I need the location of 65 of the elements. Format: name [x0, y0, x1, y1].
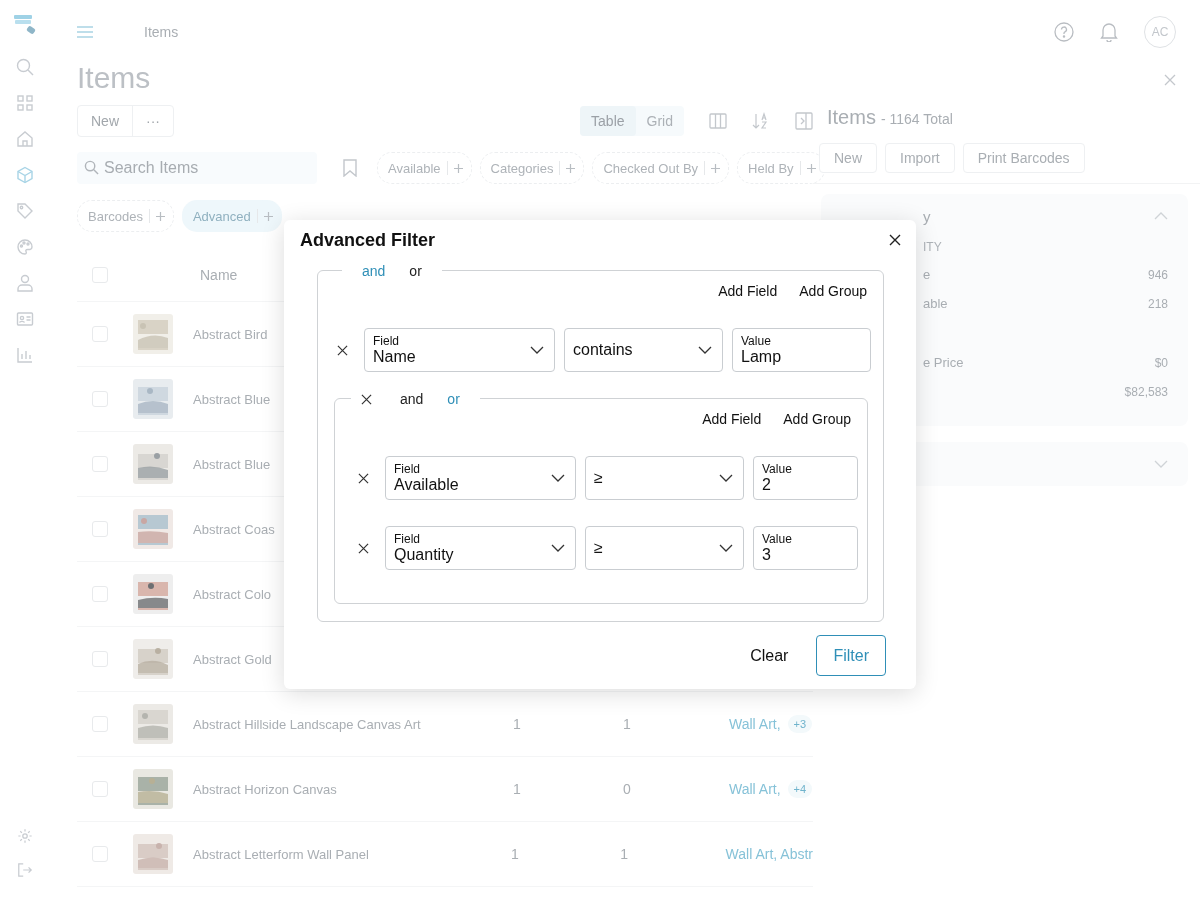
table-cell: Abstract Blue	[193, 456, 271, 472]
logic-option[interactable]: and	[390, 387, 434, 411]
table-cell: Abstract Horizon Canvas	[193, 781, 337, 797]
search-field[interactable]: Search Items	[77, 152, 317, 184]
table-cell: Abstract Gold	[193, 651, 272, 667]
field-select[interactable]: Field Available	[385, 456, 576, 500]
table-cell-text: 1	[513, 716, 522, 732]
operator-select[interactable]: ≥	[585, 456, 744, 500]
table-cell-text: 1	[513, 781, 522, 797]
clear-button[interactable]: Clear	[744, 635, 795, 676]
more-count[interactable]: +4	[787, 780, 813, 798]
view-tab[interactable]: Grid	[635, 106, 684, 136]
more-count[interactable]: +3	[787, 715, 813, 733]
category-link[interactable]: Wall Art,	[729, 781, 781, 797]
filter-button[interactable]: Filter	[816, 635, 886, 676]
stat-label: e	[923, 267, 931, 282]
panel-button[interactable]: Import	[885, 143, 955, 173]
filter-chip[interactable]: Advanced	[181, 200, 282, 232]
new-button[interactable]: New	[78, 106, 132, 136]
panel-button[interactable]: Print Barcodes	[962, 143, 1085, 173]
logic-option[interactable]: or	[437, 387, 470, 411]
stat-value: $0	[1154, 355, 1168, 370]
add-button[interactable]: Add Field	[694, 407, 770, 431]
panel-button[interactable]: New	[819, 143, 877, 173]
table-cell: Abstract Bird	[193, 326, 268, 342]
field-select[interactable]: Field Quantity	[385, 526, 576, 570]
breadcrumb[interactable]: Items	[144, 24, 179, 40]
card-title: y	[923, 207, 931, 225]
logic-option[interactable]: and	[352, 259, 396, 283]
value-field[interactable]: Value 2	[753, 456, 858, 500]
add-button[interactable]: Add Field	[710, 279, 786, 303]
operator-select[interactable]: ≥	[585, 526, 744, 570]
more-button[interactable]: ···	[132, 106, 173, 136]
table-cell-text: 1	[510, 846, 520, 862]
table-cell: Abstract Blue	[193, 391, 271, 407]
add-button[interactable]: Add Group	[791, 279, 875, 303]
stat-label: able	[923, 296, 948, 311]
category-link[interactable]: Wall Art,	[729, 716, 781, 732]
total-count: - 1164 Total	[880, 111, 953, 127]
view-tab[interactable]: Table	[580, 106, 636, 136]
dialog-title: Advanced Filter	[300, 229, 436, 251]
field-select[interactable]: Field Name	[364, 328, 555, 372]
filter-chip[interactable]: Checked Out By	[592, 152, 730, 184]
value-field[interactable]: Value Lamp	[732, 328, 871, 372]
table-cell-text: 0	[623, 781, 632, 797]
panel-title: Items	[827, 106, 876, 129]
page-title: Items	[77, 64, 152, 92]
table-cell: Abstract Hillside Landscape Canvas Art	[193, 716, 421, 732]
section-label: ITY	[923, 240, 943, 254]
stat-value: $82,583	[1124, 384, 1168, 399]
value-field[interactable]: Value 3	[753, 526, 858, 570]
column-header[interactable]: Name	[200, 267, 238, 283]
operator-select[interactable]: contains	[564, 328, 723, 372]
logic-option[interactable]: or	[399, 259, 432, 283]
table-cell: Abstract Colo	[193, 586, 272, 602]
category-link[interactable]: Wall Art, Abstr	[725, 846, 813, 862]
table-cell: Abstract Letterform Wall Panel	[193, 846, 369, 862]
stat-value: 218	[1147, 296, 1168, 311]
table-cell-text: 1	[623, 716, 632, 732]
stat-value: 946	[1147, 267, 1168, 282]
table-cell-text: 1	[620, 846, 630, 862]
stat-label: e Price	[923, 355, 964, 370]
table-cell: Abstract Coas	[193, 521, 275, 537]
add-button[interactable]: Add Group	[775, 407, 859, 431]
filter-chip[interactable]: Barcodes	[77, 200, 174, 232]
